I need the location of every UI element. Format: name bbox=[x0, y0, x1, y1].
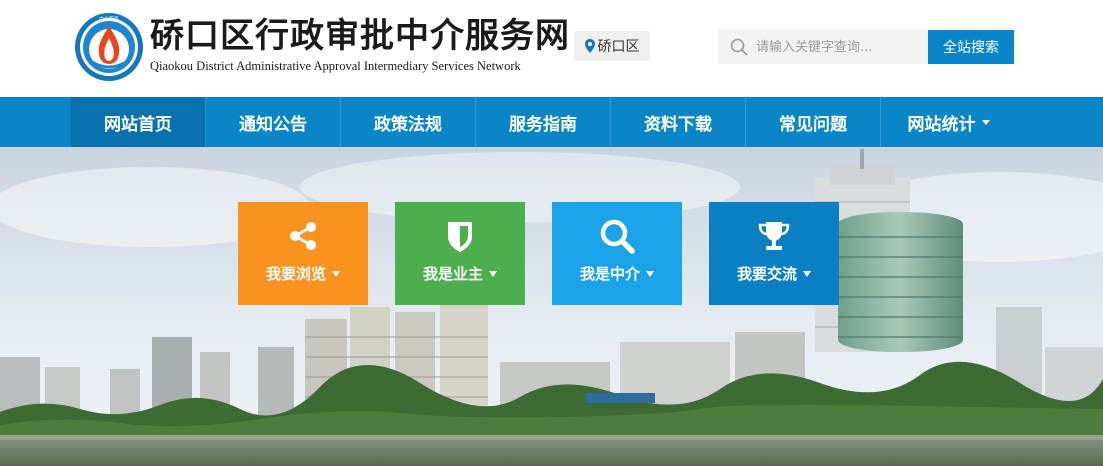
magnifier-icon bbox=[730, 38, 748, 56]
tile-browse[interactable]: 我要浏览 bbox=[238, 202, 368, 305]
trophy-icon bbox=[758, 222, 790, 250]
nav-item-label: 通知公告 bbox=[239, 114, 307, 135]
caret-down-icon bbox=[981, 119, 990, 125]
caret-down-icon bbox=[646, 270, 654, 277]
nav-item-notices[interactable]: 通知公告 bbox=[206, 97, 341, 147]
hero-banner: 我要浏览 我是业主 我是中介 我要交流 bbox=[0, 147, 1103, 466]
search-icon bbox=[600, 219, 635, 254]
site-subtitle: Qiaokou District Administrative Approval… bbox=[150, 59, 521, 73]
share-icon bbox=[290, 222, 316, 250]
search-input[interactable] bbox=[756, 30, 924, 64]
caret-down-icon bbox=[332, 270, 340, 277]
nav-item-label: 资料下载 bbox=[644, 114, 712, 135]
caret-down-icon bbox=[489, 270, 497, 277]
nav-item-label: 服务指南 bbox=[509, 114, 577, 135]
main-nav: 网站首页 通知公告 政策法规 服务指南 资料下载 常见问题 网站统计 bbox=[0, 97, 1103, 147]
nav-item-policies[interactable]: 政策法规 bbox=[341, 97, 476, 147]
tile-owner[interactable]: 我是业主 bbox=[395, 202, 525, 305]
tile-label: 我要浏览 bbox=[265, 265, 326, 283]
location-pin-icon bbox=[584, 39, 595, 53]
site-search-button[interactable]: 全站搜索 bbox=[928, 30, 1014, 64]
nav-item-label: 常见问题 bbox=[779, 114, 847, 135]
nav-item-service-guide[interactable]: 服务指南 bbox=[476, 97, 611, 147]
tile-label: 我是中介 bbox=[579, 265, 640, 283]
nav-item-faq[interactable]: 常见问题 bbox=[746, 97, 881, 147]
tile-intermediary[interactable]: 我是中介 bbox=[552, 202, 682, 305]
nav-item-statistics[interactable]: 网站统计 bbox=[881, 97, 1016, 147]
caret-down-icon bbox=[803, 270, 811, 277]
shield-icon bbox=[448, 222, 472, 252]
logo-emblem-text: 中介服务 bbox=[99, 16, 119, 23]
tile-communicate[interactable]: 我要交流 bbox=[709, 202, 839, 305]
search-box bbox=[718, 30, 928, 64]
location-selector[interactable]: 硚口区 bbox=[574, 31, 650, 61]
nav-item-label: 网站统计 bbox=[907, 114, 976, 135]
nav-item-label: 政策法规 bbox=[374, 114, 442, 135]
location-label: 硚口区 bbox=[597, 39, 640, 55]
city-skyline-photo bbox=[0, 147, 1103, 466]
site-header: 中介服务 硚口区行政审批中介服务网 Qiaokou District Admin… bbox=[0, 0, 1103, 97]
tile-label: 我要交流 bbox=[736, 265, 797, 283]
site-title[interactable]: 硚口区行政审批中介服务网 bbox=[150, 16, 570, 56]
nav-item-home[interactable]: 网站首页 bbox=[71, 97, 206, 147]
site-logo-emblem[interactable]: 中介服务 bbox=[74, 12, 144, 82]
tile-label: 我是业主 bbox=[422, 265, 483, 283]
nav-item-label: 网站首页 bbox=[104, 114, 172, 135]
nav-item-downloads[interactable]: 资料下载 bbox=[611, 97, 746, 147]
